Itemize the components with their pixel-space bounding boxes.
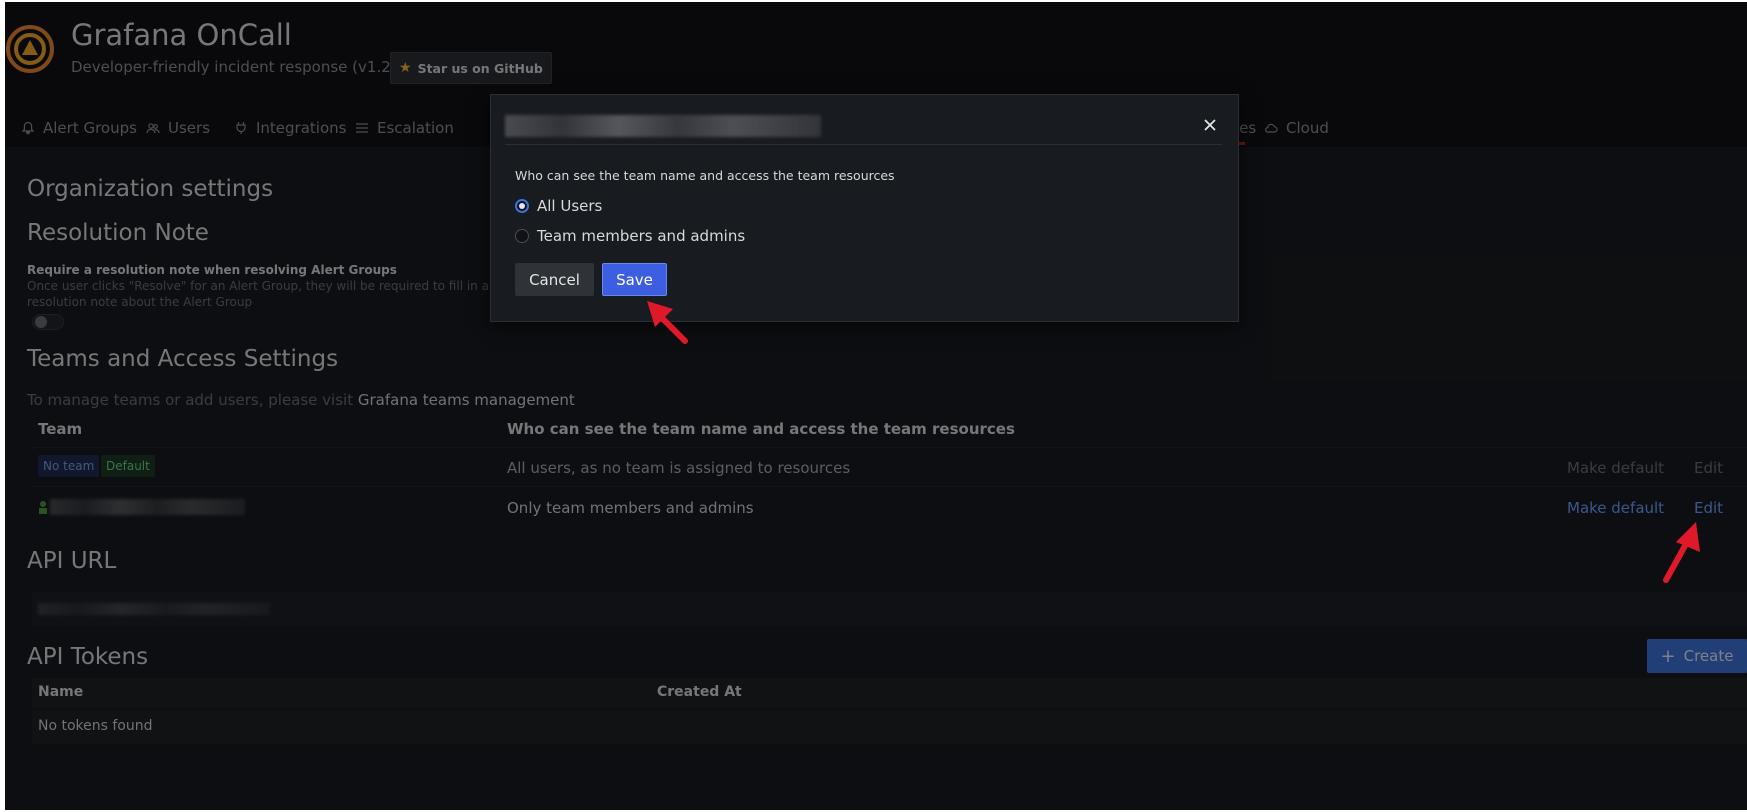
close-icon	[1204, 119, 1216, 131]
radio-team-members-input[interactable]	[515, 229, 529, 243]
close-button[interactable]	[1196, 111, 1224, 139]
save-button[interactable]: Save	[602, 263, 667, 296]
radio-all-users[interactable]: All Users	[515, 197, 602, 215]
annotation-arrow-edit	[1663, 522, 1700, 583]
modal-access-label: Who can see the team name and access the…	[515, 168, 895, 183]
modal-title-redacted	[505, 115, 821, 137]
team-access-modal: Who can see the team name and access the…	[490, 94, 1239, 322]
annotation-arrow-save	[647, 301, 688, 344]
radio-all-users-label: All Users	[537, 197, 603, 215]
radio-team-members-label: Team members and admins	[537, 227, 746, 245]
radio-all-users-input[interactable]	[515, 199, 529, 213]
radio-team-members[interactable]: Team members and admins	[515, 227, 745, 245]
cancel-button[interactable]: Cancel	[515, 263, 594, 296]
app-window: Grafana OnCall Developer-friendly incide…	[5, 2, 1747, 810]
modal-divider	[505, 144, 1222, 145]
